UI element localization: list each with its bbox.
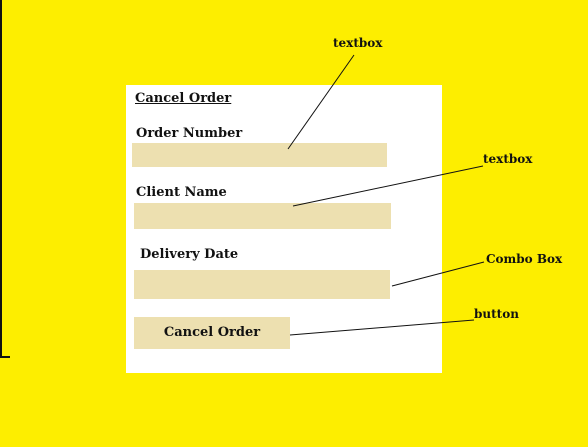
annotation-textbox-order-number: textbox	[333, 36, 383, 50]
client-name-label: Client Name	[136, 185, 227, 200]
cancel-order-button[interactable]: Cancel Order	[134, 317, 290, 349]
annotation-combo-box-delivery-date: Combo Box	[486, 252, 563, 266]
order-number-field[interactable]	[132, 143, 387, 167]
left-edge-tick	[0, 356, 10, 358]
annotation-textbox-client-name: textbox	[483, 152, 533, 166]
left-edge-mark	[0, 0, 2, 358]
delivery-date-combo-box[interactable]	[134, 270, 390, 299]
delivery-date-label: Delivery Date	[140, 247, 239, 262]
client-name-field[interactable]	[134, 203, 391, 229]
annotation-button-cancel: button	[474, 307, 519, 321]
form-title: Cancel Order	[135, 91, 232, 106]
order-number-label: Order Number	[136, 126, 243, 141]
